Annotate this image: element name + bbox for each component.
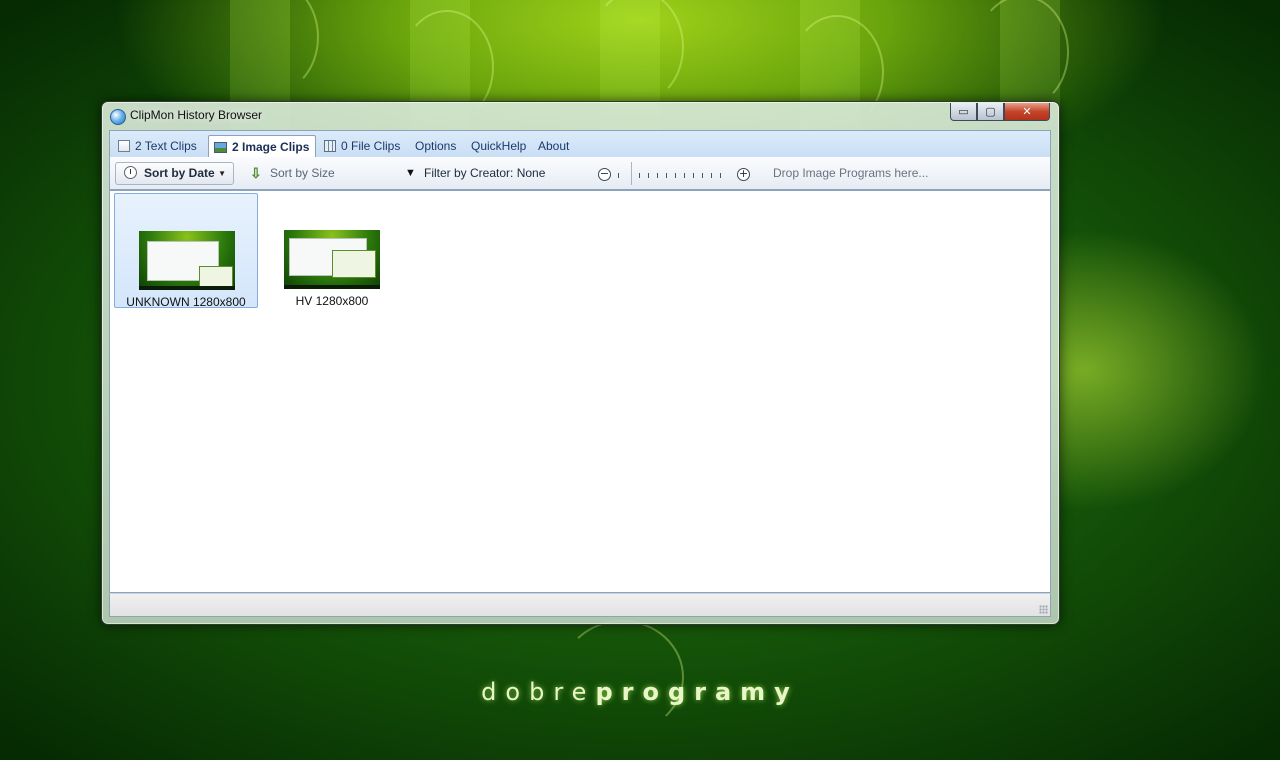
filter-label: Filter by Creator: None — [424, 166, 546, 180]
slider-tick — [666, 173, 667, 178]
slider-tick — [684, 173, 685, 178]
clip-label: UNKNOWN 1280x800 — [126, 295, 246, 309]
maximize-button[interactable]: ▢ — [977, 103, 1004, 121]
title-bar[interactable]: ClipMon History Browser ▭ ▢ ✕ — [102, 102, 1059, 130]
clipmon-window: ClipMon History Browser ▭ ▢ ✕ 2 Text Cli… — [101, 101, 1060, 625]
slider-tick — [639, 173, 640, 178]
tab-label: 2 Image Clips — [232, 140, 310, 154]
tab-image-clips[interactable]: 2 Image Clips — [208, 135, 316, 158]
wallpaper-swirl — [560, 620, 684, 734]
minimize-button[interactable]: ▭ — [950, 103, 977, 121]
image-clips-icon — [214, 142, 227, 153]
tab-quickhelp[interactable]: QuickHelp — [471, 135, 526, 158]
clip-thumbnail — [139, 231, 235, 290]
sort-by-date-label: Sort by Date — [144, 166, 215, 180]
brand-bold: programy — [595, 678, 799, 706]
wallpaper-swirl — [975, 0, 1069, 109]
thumbnail-taskbar — [139, 286, 235, 290]
clip-thumbnail — [284, 230, 380, 289]
drop-target-hint[interactable]: Drop Image Programs here... — [773, 157, 928, 190]
filter-by-creator-dropdown[interactable]: ▼ Filter by Creator: None — [405, 157, 545, 190]
funnel-icon: ▼ — [405, 167, 416, 179]
slider-tick — [693, 173, 694, 178]
wallpaper-brand: dobreprogramy — [0, 678, 1280, 706]
clip-item[interactable]: UNKNOWN 1280x800 — [114, 193, 258, 309]
thumbnail-window — [199, 266, 233, 288]
status-bar — [109, 593, 1051, 617]
wallpaper-swirl — [590, 0, 684, 104]
clock-icon — [124, 166, 137, 179]
zoom-slider[interactable] — [618, 167, 730, 181]
slider-tick — [657, 173, 658, 178]
close-button[interactable]: ✕ — [1004, 103, 1050, 121]
sort-size-icon: ⇩ — [250, 165, 262, 181]
zoom-out-button[interactable]: − — [598, 168, 611, 181]
sort-by-size-label: Sort by Size — [270, 166, 335, 180]
clip-label: HV 1280x800 — [295, 294, 369, 308]
app-icon — [110, 109, 126, 125]
tab-label: 0 File Clips — [341, 139, 401, 153]
sort-by-size-button[interactable]: ⇩ Sort by Size — [250, 157, 335, 190]
clip-item[interactable]: HV 1280x800 — [260, 193, 404, 308]
tab-about[interactable]: About — [538, 135, 569, 158]
sort-by-date-button[interactable]: Sort by Date ▼ — [115, 162, 234, 185]
resize-grip-icon[interactable] — [1039, 605, 1048, 614]
slider-tick — [675, 173, 676, 178]
image-clips-list[interactable]: UNKNOWN 1280x800 HV 1280x800 — [109, 190, 1051, 593]
thumbnail-window — [332, 250, 376, 278]
zoom-in-button[interactable]: + — [737, 168, 750, 181]
window-title: ClipMon History Browser — [130, 108, 263, 122]
tab-options[interactable]: Options — [415, 135, 456, 158]
tab-strip: 2 Text Clips 2 Image Clips 0 File Clips … — [109, 130, 1051, 158]
brand-light: dobre — [481, 678, 596, 706]
tab-label: 2 Text Clips — [135, 139, 197, 153]
slider-tick — [618, 173, 619, 178]
thumbnail-taskbar — [284, 285, 380, 289]
text-clips-icon — [118, 140, 130, 152]
slider-tick — [648, 173, 649, 178]
chevron-down-icon: ▼ — [218, 169, 226, 178]
file-clips-icon — [324, 140, 336, 152]
slider-tick — [720, 173, 721, 178]
slider-tick — [711, 173, 712, 178]
toolbar: Sort by Date ▼ ⇩ Sort by Size ▼ Filter b… — [109, 157, 1051, 190]
slider-tick — [702, 173, 703, 178]
tab-file-clips[interactable]: 0 File Clips — [324, 135, 400, 158]
tab-text-clips[interactable]: 2 Text Clips — [118, 135, 197, 158]
